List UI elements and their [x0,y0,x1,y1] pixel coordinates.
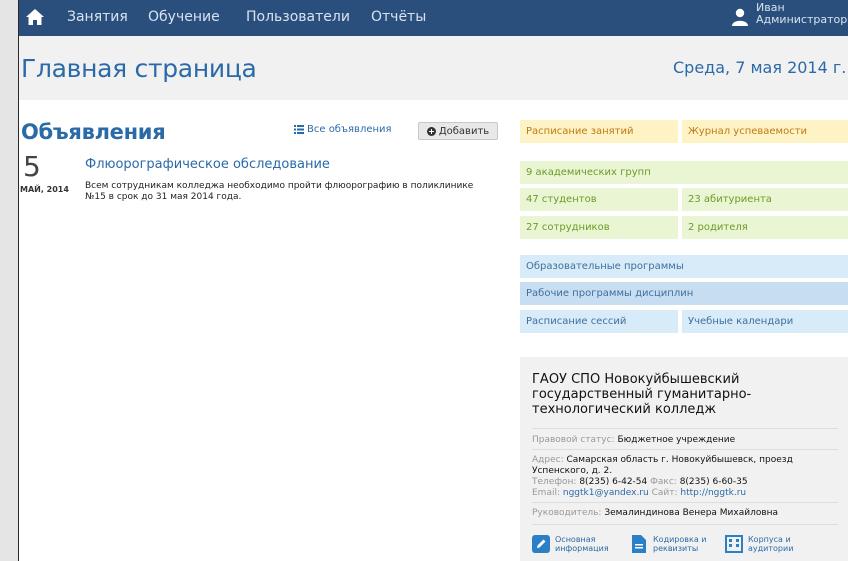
address: Адрес: Самарская область г. Новокуйбышев… [532,455,842,477]
fax-label: Факс: [650,477,677,487]
divider [532,449,838,450]
user-role: Администратор [756,13,848,26]
divider [532,428,838,429]
main-info-label-line1: Основная [555,535,596,544]
divider [532,524,838,525]
buildings-rooms-label-line1: Корпуса и [748,535,791,544]
address-value: Самарская область г. Новокуйбышевск, про… [532,455,793,476]
codes-requisites-label-line1: Кодировка и [653,535,707,544]
user-icon[interactable] [732,8,748,26]
contacts: Email: nggtk1@yandex.ru Сайт: http://ngg… [532,488,842,499]
tile-parents[interactable]: 2 родителя [682,216,848,239]
announcements-title: Объявления [21,120,166,144]
home-icon[interactable] [25,8,45,26]
tile-staff[interactable]: 27 сотрудников [520,216,678,239]
announcement-heading[interactable]: Флюорографическое обследование [85,157,330,172]
head-value: Земалиндинова Венера Михайловна [604,508,779,518]
document-icon [630,535,648,553]
all-announcements-link[interactable]: Все объявления [294,124,392,135]
organization-card: ГАОУ СПО Новокуйбышевский государственны… [520,357,848,561]
add-announcement-button[interactable]: Добавить [418,122,498,140]
list-icon [294,125,304,134]
tile-work-programs[interactable]: Рабочие программы дисциплин [520,282,848,305]
email-link[interactable]: nggtk1@yandex.ru [563,488,649,498]
tile-applicants[interactable]: 23 абитуриента [682,188,848,211]
user-menu[interactable]: Иван Администратор [756,2,847,26]
codes-requisites-link[interactable]: Кодировка и реквизиты [630,535,706,553]
buildings-rooms-label-line2: аудитории [748,544,794,553]
announcement-day: 5 [23,150,41,183]
nav-item-reports[interactable]: Отчёты [371,9,426,25]
page-header: Главная страница Среда, 7 мая 2014 г. [18,36,848,100]
site-label: Сайт: [651,488,678,498]
nav-item-classes[interactable]: Занятия [67,9,128,25]
tile-programs[interactable]: Образовательные программы [520,255,848,278]
building-icon [725,535,743,553]
codes-requisites-label: Кодировка и реквизиты [653,535,706,553]
organization-name: ГАОУ СПО Новокуйбышевский государственны… [532,372,752,417]
page-border [18,0,19,561]
head: Руководитель: Земалиндинова Венера Михай… [532,508,842,519]
tile-sessions[interactable]: Расписание сессий [520,310,678,333]
phone-value: 8(235) 6-42-54 [579,477,648,487]
legal-status: Правовой статус: Бюджетное учреждение [532,435,842,446]
phone-label: Телефон: [532,477,577,487]
main-info-label: Основная информация [555,535,609,553]
buildings-rooms-label: Корпуса и аудитории [748,535,793,553]
all-announcements-label: Все объявления [307,124,392,135]
legal-status-value: Бюджетное учреждение [617,435,736,445]
announcement-text: Всем сотрудникам колледжа необходимо про… [85,181,474,202]
tile-schedule[interactable]: Расписание занятий [520,120,678,143]
add-announcement-label: Добавить [438,125,490,137]
top-navbar: Занятия Обучение Пользователи Отчёты Ива… [18,0,848,36]
left-gutter [0,0,18,561]
address-label: Адрес: [532,455,564,465]
head-label: Руководитель: [532,508,602,518]
page: Занятия Обучение Пользователи Отчёты Ива… [18,0,848,561]
page-title: Главная страница [21,54,257,83]
legal-status-label: Правовой статус: [532,435,615,445]
buildings-rooms-link[interactable]: Корпуса и аудитории [725,535,793,553]
current-date: Среда, 7 мая 2014 г. [673,58,847,77]
divider [532,502,838,503]
fax-value: 8(235) 6-60-35 [679,477,748,487]
site-link[interactable]: http://nggtk.ru [680,488,746,498]
tile-calendars[interactable]: Учебные календари [682,310,848,333]
tile-students[interactable]: 47 студентов [520,188,678,211]
main-info-link[interactable]: Основная информация [532,535,609,553]
plus-circle-icon [426,126,436,136]
tile-journal[interactable]: Журнал успеваемости [682,120,848,143]
nav-item-learning[interactable]: Обучение [148,9,220,25]
main-info-label-line2: информация [555,544,609,553]
nav-item-users[interactable]: Пользователи [246,9,350,25]
app-window: Занятия Обучение Пользователи Отчёты Ива… [0,0,848,561]
phone-fax: Телефон: 8(235) 6-42-54 Факс: 8(235) 6-6… [532,477,842,488]
email-label: Email: [532,488,561,498]
edit-icon [532,535,550,553]
announcement-month: МАЙ, 2014 [20,185,69,194]
codes-requisites-label-line2: реквизиты [653,544,699,553]
tile-groups[interactable]: 9 академических групп [520,161,848,184]
